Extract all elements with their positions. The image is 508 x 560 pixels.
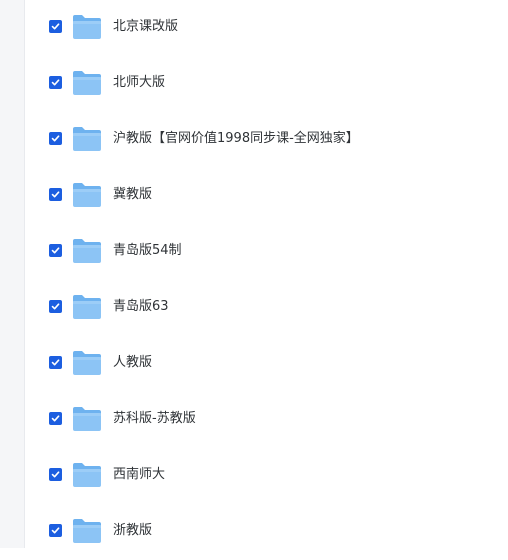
checkmark-icon: [51, 191, 60, 198]
folder-name[interactable]: 西南师大: [113, 466, 165, 484]
checkmark-icon: [51, 527, 60, 534]
checkmark-icon: [51, 247, 60, 254]
checkbox[interactable]: [49, 244, 62, 257]
folder-name[interactable]: 冀教版: [113, 186, 152, 204]
checkbox[interactable]: [49, 300, 62, 313]
checkbox[interactable]: [49, 132, 62, 145]
folder-icon: [72, 126, 102, 152]
folder-name[interactable]: 苏科版-苏教版: [113, 410, 196, 428]
list-item[interactable]: 人教版: [25, 336, 508, 392]
checkmark-icon: [51, 471, 60, 478]
folder-icon: [72, 406, 102, 432]
list-item[interactable]: 青岛版63: [25, 280, 508, 336]
checkbox[interactable]: [49, 356, 62, 369]
list-item[interactable]: 浙教版: [25, 504, 508, 560]
checkmark-icon: [51, 135, 60, 142]
folder-name[interactable]: 人教版: [113, 354, 152, 372]
list-item[interactable]: 青岛版54制: [25, 224, 508, 280]
folder-name[interactable]: 青岛版54制: [113, 242, 182, 260]
file-list: 北京课改版 北师大版 沪教版【官网价值1998同步课-全网独家】 冀教版 青岛版…: [25, 0, 508, 548]
list-item[interactable]: 西南师大: [25, 448, 508, 504]
checkbox[interactable]: [49, 188, 62, 201]
folder-name[interactable]: 青岛版63: [113, 298, 169, 316]
checkmark-icon: [51, 23, 60, 30]
checkbox[interactable]: [49, 412, 62, 425]
folder-icon: [72, 238, 102, 264]
checkmark-icon: [51, 79, 60, 86]
folder-icon: [72, 462, 102, 488]
folder-name[interactable]: 北京课改版: [113, 18, 178, 36]
checkbox[interactable]: [49, 524, 62, 537]
checkmark-icon: [51, 415, 60, 422]
folder-icon: [72, 518, 102, 544]
folder-icon: [72, 350, 102, 376]
folder-icon: [72, 70, 102, 96]
left-gutter: [0, 0, 25, 548]
checkbox[interactable]: [49, 76, 62, 89]
list-item[interactable]: 沪教版【官网价值1998同步课-全网独家】: [25, 112, 508, 168]
folder-name[interactable]: 北师大版: [113, 74, 165, 92]
checkmark-icon: [51, 359, 60, 366]
list-item[interactable]: 北师大版: [25, 56, 508, 112]
folder-name[interactable]: 沪教版【官网价值1998同步课-全网独家】: [113, 130, 359, 148]
checkbox[interactable]: [49, 20, 62, 33]
list-item[interactable]: 冀教版: [25, 168, 508, 224]
list-item[interactable]: 北京课改版: [25, 0, 508, 56]
checkbox[interactable]: [49, 468, 62, 481]
folder-icon: [72, 294, 102, 320]
list-item[interactable]: 苏科版-苏教版: [25, 392, 508, 448]
folder-name[interactable]: 浙教版: [113, 522, 152, 540]
folder-icon: [72, 14, 102, 40]
folder-icon: [72, 182, 102, 208]
checkmark-icon: [51, 303, 60, 310]
